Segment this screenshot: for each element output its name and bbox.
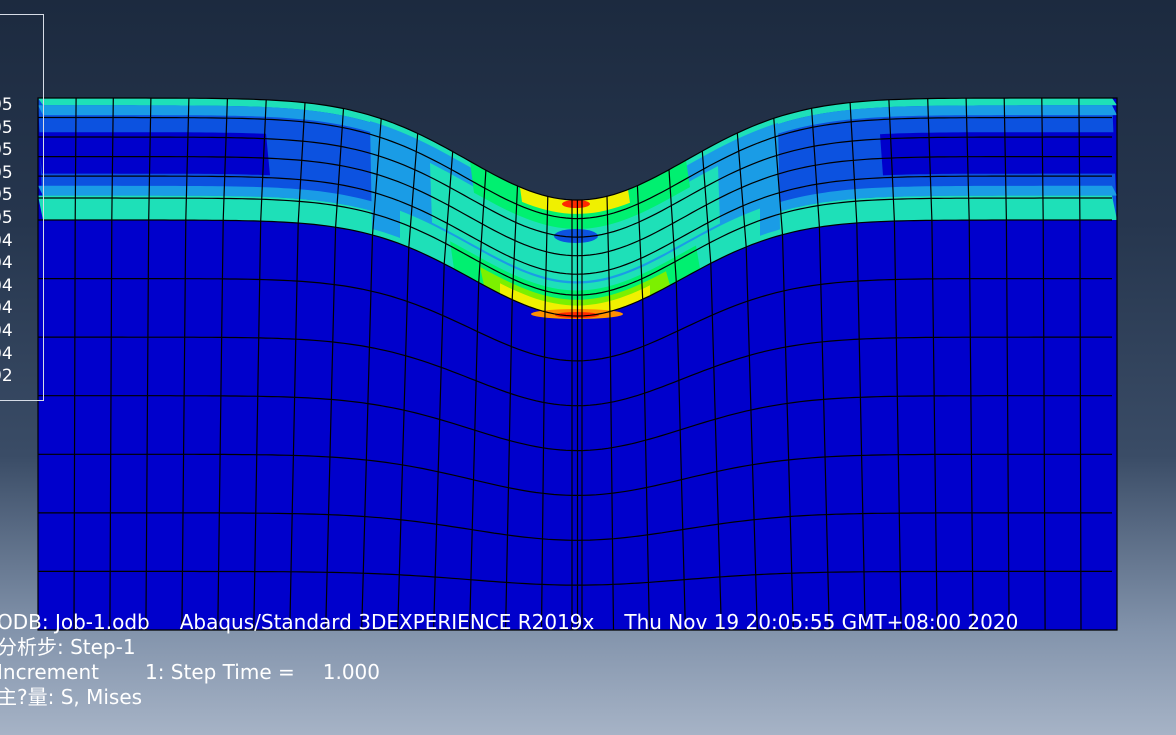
contour-band-core-right bbox=[880, 132, 1117, 176]
step-name: 分析步: Step-1 bbox=[0, 635, 136, 659]
legend-label: 04 bbox=[0, 298, 13, 319]
legend-label: 05 bbox=[0, 95, 13, 115]
odb-name: ODB: Job-1.odb bbox=[0, 610, 150, 634]
legend-label: 04 bbox=[0, 275, 13, 296]
legend-label: 04 bbox=[0, 321, 13, 341]
legend-label: 04 bbox=[0, 253, 13, 274]
step-time-value: 1.000 bbox=[322, 660, 381, 684]
increment-label: Increment bbox=[0, 660, 99, 684]
legend-label: 05 bbox=[0, 117, 13, 138]
legend-label: 02 bbox=[0, 366, 13, 387]
solver-version: Abaqus/Standard 3DEXPERIENCE R2019x bbox=[179, 610, 595, 634]
viewport-info-text: ODB: Job-1.odb Abaqus/Standard 3DEXPERIEN… bbox=[0, 610, 1018, 710]
odb-timestamp: Thu Nov 19 20:05:55 GMT+08:00 2020 bbox=[624, 610, 1019, 634]
step-line: 分析步: Step-1 bbox=[0, 635, 1018, 660]
legend-label: 04 bbox=[0, 230, 13, 251]
contour-top-peak bbox=[562, 200, 590, 208]
legend-label: 05 bbox=[0, 185, 13, 206]
deformed-mesh-model bbox=[37, 97, 1118, 631]
legend-label: 05 bbox=[0, 208, 13, 228]
legend-label: 04 bbox=[0, 343, 13, 364]
increment-line: Increment 1: Step Time = 1.000 bbox=[0, 660, 1018, 685]
legend-label: 05 bbox=[0, 140, 13, 161]
variable-line: 主?量: S, Mises bbox=[0, 685, 1018, 710]
contour-band-core-left bbox=[38, 132, 270, 176]
increment-value: 1: Step Time = bbox=[144, 660, 295, 684]
output-variable: 主?量: S, Mises bbox=[0, 685, 143, 709]
legend-label: 05 bbox=[0, 162, 13, 183]
odb-info-line: ODB: Job-1.odb Abaqus/Standard 3DEXPERIEN… bbox=[0, 610, 1018, 635]
